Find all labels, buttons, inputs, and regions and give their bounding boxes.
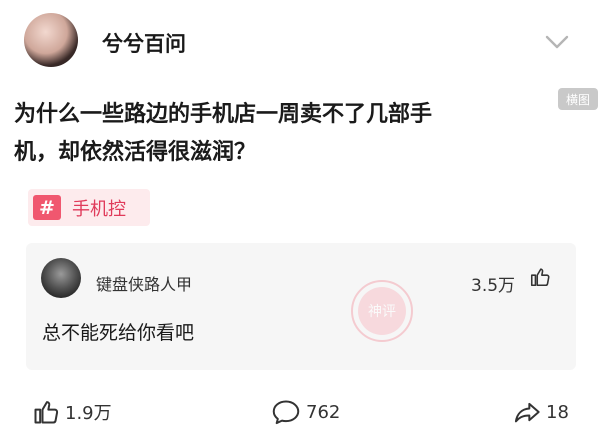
like-button[interactable]: 1.9万: [31, 398, 112, 426]
commenter-avatar[interactable]: [41, 258, 81, 298]
share-count: 18: [546, 401, 569, 423]
chevron-down-icon[interactable]: [544, 33, 570, 51]
topic-label: 手机控: [72, 198, 126, 220]
share-button[interactable]: 18: [512, 398, 569, 426]
comment-like-count: 3.5万: [471, 276, 516, 296]
post-title-line-2: 机，却依然活得很滋润？: [14, 140, 257, 165]
thumbs-up-icon[interactable]: [529, 266, 551, 288]
comment-button[interactable]: 762: [270, 398, 340, 426]
stamp-text: 神评: [368, 304, 396, 320]
commenter-name[interactable]: 键盘侠路人甲: [96, 271, 192, 295]
post-title-line-1: 为什么一些路边的手机店一周卖不了几部手: [14, 102, 433, 127]
post-header: 兮兮百问: [0, 0, 600, 90]
topic-tag[interactable]: # 手机控: [28, 189, 150, 226]
comment-count: 762: [306, 401, 341, 423]
comment-icon: [272, 400, 300, 425]
image-tag-badge: 横图: [558, 88, 598, 110]
comment-text: 总不能死给你看吧: [42, 322, 195, 344]
hot-comment[interactable]: 键盘侠路人甲 神评 3.5万 总不能死给你看吧: [26, 243, 576, 370]
author-name[interactable]: 兮兮百问: [102, 28, 186, 58]
post-title[interactable]: 为什么一些路边的手机店一周卖不了几部手 机，却依然活得很滋润？: [14, 96, 554, 172]
top-comment-stamp-icon: 神评: [351, 280, 413, 342]
author-avatar[interactable]: [24, 13, 78, 67]
like-count: 1.9万: [65, 403, 112, 424]
hashtag-icon: #: [33, 195, 61, 220]
share-icon: [514, 402, 540, 423]
thumbs-up-icon: [34, 401, 59, 424]
